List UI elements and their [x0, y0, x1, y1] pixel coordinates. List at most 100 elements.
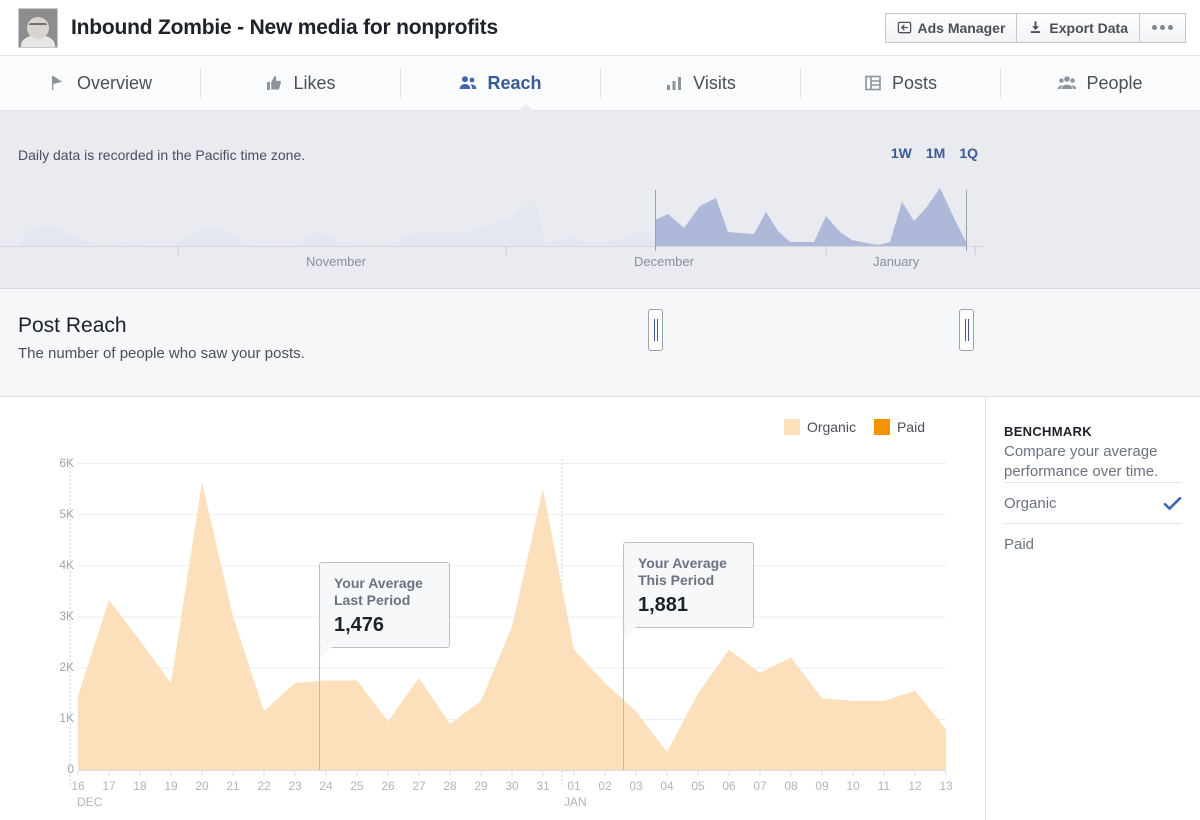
more-options-button[interactable]: [1140, 12, 1186, 43]
x-tick-28: 28: [443, 779, 457, 793]
facebook-insights-page: Inbound Zombie - New media for nonprofit…: [0, 0, 1200, 820]
x-tick-10: 10: [846, 779, 860, 793]
thumbs-up-icon: [264, 73, 284, 93]
range-start-track: [655, 190, 656, 251]
flag-icon: [48, 73, 68, 93]
callout-this-period: Your Average This Period 1,881: [623, 542, 754, 640]
quick-range-buttons: 1W 1M 1Q: [891, 145, 978, 161]
tab-posts-label: Posts: [891, 72, 938, 93]
export-data-label: Export Data: [1049, 19, 1128, 36]
y-tick-3k: 3K: [59, 609, 74, 623]
ads-manager-label: Ads Manager: [917, 19, 1006, 36]
benchmark-option-paid-label: Paid: [1004, 535, 1035, 553]
x-tick-25: 25: [350, 779, 364, 793]
x-tick-18: 18: [133, 779, 147, 793]
title-bar: Inbound Zombie - New media for nonprofit…: [0, 0, 1200, 55]
tab-overview-label: Overview: [76, 72, 152, 93]
benchmark-option-organic-label: Organic: [1004, 494, 1057, 512]
page-title: Inbound Zombie - New media for nonprofit…: [71, 15, 498, 39]
x-tick-20: 20: [195, 779, 209, 793]
x-tick-22: 22: [257, 779, 271, 793]
mini-month-december: December: [634, 254, 694, 269]
callout-this-period-stem: [623, 628, 624, 770]
section-subtitle: The number of people who saw your posts.: [18, 345, 305, 362]
export-data-button[interactable]: Export Data: [1017, 12, 1140, 43]
insights-tab-bar: Overview Likes Reach Visits Posts People: [0, 55, 1200, 111]
mini-month-january: January: [873, 254, 920, 269]
quick-range-1m[interactable]: 1M: [926, 145, 945, 161]
tab-overview[interactable]: Overview: [0, 56, 200, 110]
benchmark-option-organic[interactable]: Organic: [1004, 482, 1182, 523]
people-icon: [458, 73, 478, 93]
benchmark-option-paid[interactable]: Paid: [1004, 523, 1182, 564]
x-tick-30: 30: [505, 779, 519, 793]
x-tick-11: 11: [877, 779, 891, 793]
x-month-jan: JAN: [564, 795, 587, 809]
mini-month-november: November: [306, 254, 366, 269]
callout-last-period-stem: [319, 648, 320, 770]
post-reach-section-header: Post Reach The number of people who saw …: [0, 289, 1200, 397]
y-tick-4k: 4K: [59, 558, 74, 572]
check-icon: [1163, 496, 1182, 511]
range-overview-chart[interactable]: [0, 176, 985, 291]
ads-manager-button[interactable]: Ads Manager: [884, 12, 1018, 43]
tab-reach-label: Reach: [487, 72, 542, 93]
x-tick-26: 26: [381, 779, 395, 793]
x-month-dec: DEC: [77, 795, 103, 809]
x-tick-23: 23: [288, 779, 302, 793]
y-tick-6k: 6K: [59, 456, 74, 470]
tab-people-label: People: [1086, 72, 1143, 93]
x-tick-16: 16: [71, 779, 85, 793]
y-tick-1k: 1K: [59, 711, 74, 725]
ads-manager-icon: [897, 20, 912, 35]
x-tick-03: 03: [629, 779, 643, 793]
callout-this-period-title-2: This Period: [638, 572, 715, 588]
quick-range-1w[interactable]: 1W: [891, 145, 912, 161]
benchmark-sidebar: BENCHMARK Compare your average performan…: [985, 397, 1200, 820]
x-tick-04: 04: [660, 779, 674, 793]
title-actions: Ads Manager Export Data: [884, 12, 1186, 43]
x-tick-13: 13: [939, 779, 953, 793]
group-icon: [1057, 73, 1077, 93]
x-tick-06: 06: [722, 779, 736, 793]
section-title: Post Reach: [18, 314, 127, 337]
download-icon: [1028, 20, 1043, 35]
tab-people[interactable]: People: [1000, 56, 1200, 110]
y-tick-2k: 2K: [59, 660, 74, 674]
tab-posts[interactable]: Posts: [800, 56, 1000, 110]
page-avatar[interactable]: [18, 7, 58, 48]
x-tick-17: 17: [102, 779, 116, 793]
benchmark-heading: BENCHMARK: [1004, 424, 1092, 439]
posts-icon: [863, 73, 883, 93]
callout-this-period-value: 1,881: [638, 594, 689, 616]
tab-likes-label: Likes: [293, 72, 336, 93]
quick-range-1q[interactable]: 1Q: [959, 145, 978, 161]
x-tick-01: 01: [567, 779, 581, 793]
timezone-note: Daily data is recorded in the Pacific ti…: [18, 147, 306, 163]
tab-likes[interactable]: Likes: [200, 56, 400, 110]
y-tick-5k: 5K: [59, 507, 74, 521]
range-start-handle[interactable]: [648, 309, 663, 351]
tab-visits[interactable]: Visits: [600, 56, 800, 110]
tab-reach[interactable]: Reach: [400, 56, 600, 110]
x-tick-05: 05: [691, 779, 705, 793]
y-tick-0: 0: [67, 762, 74, 776]
callout-last-period-title-2: Last Period: [334, 592, 411, 608]
x-tick-07: 07: [753, 779, 767, 793]
x-tick-09: 09: [815, 779, 829, 793]
range-end-handle[interactable]: [959, 309, 974, 351]
x-tick-12: 12: [908, 779, 922, 793]
more-options-icon: [1152, 25, 1157, 30]
bar-chart-icon: [664, 73, 684, 93]
x-tick-31: 31: [536, 779, 550, 793]
x-tick-24: 24: [319, 779, 333, 793]
callout-this-period-title-1: Your Average: [638, 555, 727, 571]
tab-visits-label: Visits: [693, 72, 736, 93]
reach-area-chart[interactable]: [0, 397, 985, 820]
x-tick-29: 29: [474, 779, 488, 793]
active-tab-caret: [517, 104, 535, 112]
x-tick-27: 27: [412, 779, 426, 793]
date-range-selector: Daily data is recorded in the Pacific ti…: [0, 111, 1200, 367]
x-tick-19: 19: [164, 779, 178, 793]
callout-last-period-value: 1,476: [334, 614, 385, 636]
